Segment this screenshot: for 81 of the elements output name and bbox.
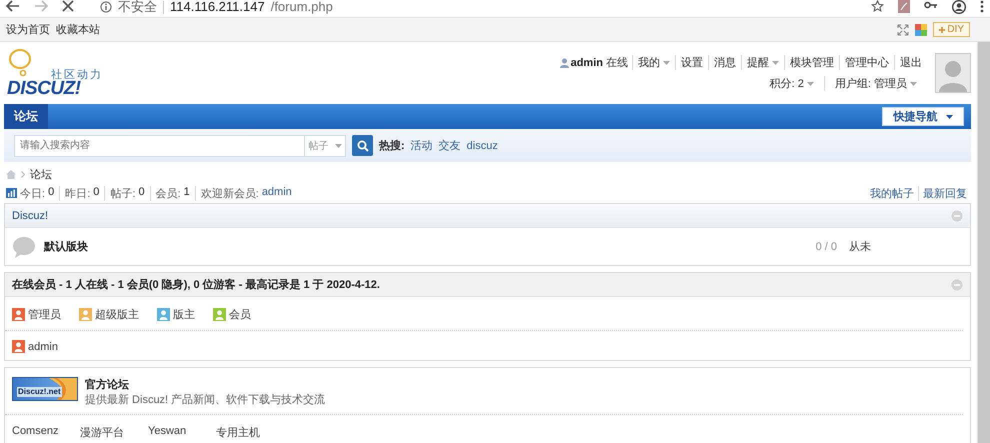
quick-nav-button[interactable]: 快捷导航 (882, 107, 964, 126)
stat-item: 会员: 1 (150, 186, 195, 200)
member-group-label: 管理员 (28, 308, 61, 322)
key-icon[interactable] (924, 0, 938, 10)
account-icon[interactable] (952, 0, 966, 14)
member-link[interactable]: admin (28, 340, 58, 352)
member-group-label: 版主 (173, 308, 195, 322)
close-icon[interactable] (62, 0, 74, 12)
user-menu-link[interactable]: 退出 (894, 55, 927, 70)
forum-icon (12, 236, 36, 258)
star-icon[interactable] (871, 0, 884, 12)
hot-search-label: 热搜: (379, 138, 405, 153)
friend-link[interactable]: 漫游平台 (80, 425, 148, 440)
online-summary: 在线会员 - 1 人在线 - 1 会员(0 隐身), 0 位游客 - 最高记录是 1 于 2020-4-12. (12, 278, 380, 292)
home-icon[interactable] (6, 170, 16, 178)
user-menu-link[interactable]: 我的 (632, 55, 675, 70)
stat-item: 今日: 0 (19, 186, 56, 200)
logo-tagline: 社区动力 (51, 68, 103, 81)
user-menu-link[interactable]: 模块管理 (784, 55, 839, 70)
search-field[interactable]: 请输入搜索内容 (14, 134, 304, 156)
caret-icon[interactable] (772, 60, 779, 64)
site-name[interactable]: 官方论坛 (85, 377, 326, 392)
forward-icon[interactable] (34, 0, 48, 12)
search-button[interactable] (352, 135, 373, 156)
post-filter-link[interactable]: 最新回复 (918, 186, 971, 200)
logo-wordmark[interactable]: DISCUZ! (7, 79, 81, 99)
search-icon (356, 140, 368, 152)
user-icon (560, 58, 569, 68)
friend-link[interactable]: Comsenz (12, 425, 80, 440)
breadcrumb-link[interactable]: 论坛 (30, 166, 52, 182)
new-member-link[interactable]: admin (262, 186, 292, 200)
chevron-icon (21, 170, 25, 178)
collapse-icon[interactable] (951, 278, 963, 290)
caret-icon (946, 114, 952, 118)
stat-item: 帖子: 0 (104, 186, 150, 200)
last-post: 从未 (849, 240, 871, 254)
user-menu-link[interactable]: 管理中心 (839, 55, 894, 70)
online-status: 在线 (606, 56, 628, 70)
forum-counts: 0 / 0 (814, 240, 837, 252)
username[interactable]: admin (560, 56, 603, 68)
expand-icon[interactable] (897, 24, 910, 36)
forum-name[interactable]: 默认版块 (44, 239, 779, 254)
site-banner[interactable]: Discuz!.net (12, 377, 78, 401)
friend-link[interactable]: 专用主机 (216, 425, 284, 440)
security-label: 不安全 (118, 0, 157, 14)
url-host[interactable]: 114.116.211.147 (170, 0, 265, 14)
welcome-label: 欢迎新会员: (200, 186, 259, 200)
stats-icon (6, 188, 17, 198)
post-filter-link[interactable]: 我的帖子 (866, 186, 918, 200)
user-menu-link[interactable]: 积分: 2 (760, 76, 824, 91)
hot-search-link[interactable]: 活动 (410, 138, 433, 153)
style-icon[interactable] (915, 24, 928, 36)
user-menu-link[interactable]: 消息 (708, 55, 741, 70)
member-group-label: 会员 (229, 308, 251, 322)
user-menu-link[interactable]: 提醒 (741, 55, 784, 70)
user-menu-link[interactable]: 用户组: 管理员 (824, 76, 927, 91)
hot-search-link[interactable]: 交友 (438, 138, 461, 153)
url-path[interactable]: /forum.php (270, 0, 333, 14)
collapse-icon[interactable] (951, 210, 963, 222)
scrollbar[interactable] (977, 42, 990, 443)
caret-icon[interactable] (334, 144, 342, 148)
friend-link[interactable]: Yeswan (148, 425, 216, 440)
stat-item: 昨日: 0 (59, 186, 104, 200)
hot-search-link[interactable]: discuz (466, 140, 498, 152)
document-icon[interactable] (898, 0, 910, 13)
caret-icon[interactable] (806, 82, 814, 86)
avatar[interactable] (935, 53, 971, 93)
back-icon[interactable] (6, 0, 20, 12)
member-group-label: 超级版主 (95, 308, 139, 322)
category-title[interactable]: Discuz! (12, 210, 48, 222)
user-menu-link[interactable]: 设置 (675, 55, 708, 70)
banner-text: Discuz!.net (17, 387, 62, 397)
info-icon (100, 1, 112, 13)
toolbar-link[interactable]: 设为首页 (6, 22, 50, 37)
site-description: 提供最新 Discuz! 产品新闻、软件下载与技术交流 (85, 394, 326, 406)
nav-tab[interactable]: 论坛 (4, 104, 48, 129)
plus-icon (939, 26, 946, 32)
menu-icon[interactable] (980, 0, 984, 13)
caret-icon[interactable] (663, 60, 670, 64)
toolbar-link[interactable]: 收藏本站 (56, 22, 100, 37)
caret-icon[interactable] (910, 82, 917, 86)
